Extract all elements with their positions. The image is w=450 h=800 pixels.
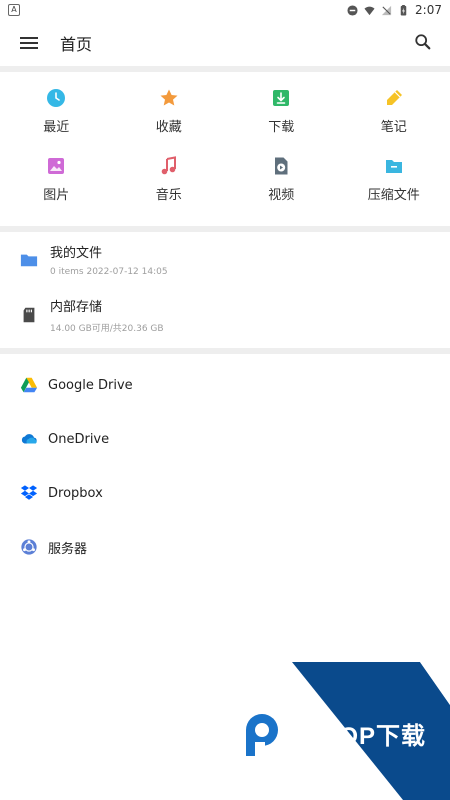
folder-icon xyxy=(20,254,38,266)
menu-icon[interactable] xyxy=(20,36,38,50)
video-icon xyxy=(275,157,288,175)
category-notes[interactable]: 笔记 xyxy=(338,84,450,152)
cloud-item-server[interactable]: 服务器 xyxy=(0,520,450,574)
watermark-brand: PCPOP下载 xyxy=(287,723,427,750)
status-time: 2:07 xyxy=(415,3,442,17)
server-icon xyxy=(21,539,37,555)
cloud-item-dropbox[interactable]: Dropbox xyxy=(0,466,450,520)
google-drive-icon xyxy=(20,377,38,393)
status-right: 2:07 xyxy=(347,3,442,17)
download-icon xyxy=(273,90,290,106)
storage-title: 内部存储 xyxy=(50,299,103,315)
category-label: 最近 xyxy=(43,120,70,135)
note-icon xyxy=(386,90,402,105)
clock-icon xyxy=(47,89,66,107)
category-label: 收藏 xyxy=(155,120,182,135)
category-label: 压缩文件 xyxy=(367,188,420,203)
search-icon[interactable] xyxy=(414,33,432,51)
storage-item-my-files[interactable]: 我的文件 0 items 2022-07-12 14:05 xyxy=(0,232,450,287)
star-icon xyxy=(160,89,178,106)
category-label: 下载 xyxy=(268,120,295,135)
storage-text: 内部存储 14.00 GB可用/共20.36 GB xyxy=(50,296,164,334)
app-bar: 首页 xyxy=(0,20,450,66)
category-archives[interactable]: 压缩文件 xyxy=(338,152,450,220)
category-downloads[interactable]: 下载 xyxy=(225,84,338,152)
no-signal-icon xyxy=(381,5,392,15)
dropbox-icon xyxy=(20,485,38,500)
music-icon xyxy=(161,156,176,175)
status-bar: A 2:07 xyxy=(0,0,450,20)
category-images[interactable]: 图片 xyxy=(0,152,113,220)
dnd-icon xyxy=(347,4,358,16)
category-label: 笔记 xyxy=(380,120,407,135)
storage-text: 我的文件 0 items 2022-07-12 14:05 xyxy=(50,242,168,277)
category-recent[interactable]: 最近 xyxy=(0,84,113,152)
notification-a-icon: A xyxy=(8,4,20,16)
category-label: 图片 xyxy=(43,188,70,203)
cloud-label: Google Drive xyxy=(48,377,133,393)
cloud-item-google-drive[interactable]: Google Drive xyxy=(0,358,450,412)
storage-list: 我的文件 0 items 2022-07-12 14:05 内部存储 14.00… xyxy=(0,232,450,342)
image-icon xyxy=(48,158,65,174)
storage-subtitle: 14.00 GB可用/共20.36 GB xyxy=(50,323,164,334)
page-title: 首页 xyxy=(60,35,93,54)
cloud-label: Dropbox xyxy=(48,485,103,501)
onedrive-icon xyxy=(21,434,37,444)
storage-subtitle: 0 items 2022-07-12 14:05 xyxy=(50,267,168,277)
category-music[interactable]: 音乐 xyxy=(113,152,226,220)
cloud-item-onedrive[interactable]: OneDrive xyxy=(0,412,450,466)
cloud-label: 服务器 xyxy=(48,541,88,557)
sd-card-icon xyxy=(23,307,35,322)
storage-title: 我的文件 xyxy=(50,246,103,261)
watermark-sub: PCPOP Download xyxy=(289,744,355,753)
category-videos[interactable]: 视频 xyxy=(225,152,338,220)
cloud-label: OneDrive xyxy=(48,431,110,447)
wifi-icon xyxy=(364,6,375,15)
category-favorites[interactable]: 收藏 xyxy=(113,84,226,152)
watermark-logo-icon xyxy=(246,714,278,756)
status-left: A xyxy=(8,4,20,16)
archive-icon xyxy=(385,160,402,173)
category-grid: 最近 收藏 下载 笔记 图片 音乐 视频 压缩文件 xyxy=(0,72,450,226)
storage-item-internal[interactable]: 内部存储 14.00 GB可用/共20.36 GB xyxy=(0,287,450,342)
battery-icon xyxy=(400,4,407,16)
category-label: 视频 xyxy=(268,188,295,203)
cloud-list: Google Drive OneDrive Dropbox 服务器 xyxy=(0,354,450,574)
category-label: 音乐 xyxy=(155,188,182,203)
